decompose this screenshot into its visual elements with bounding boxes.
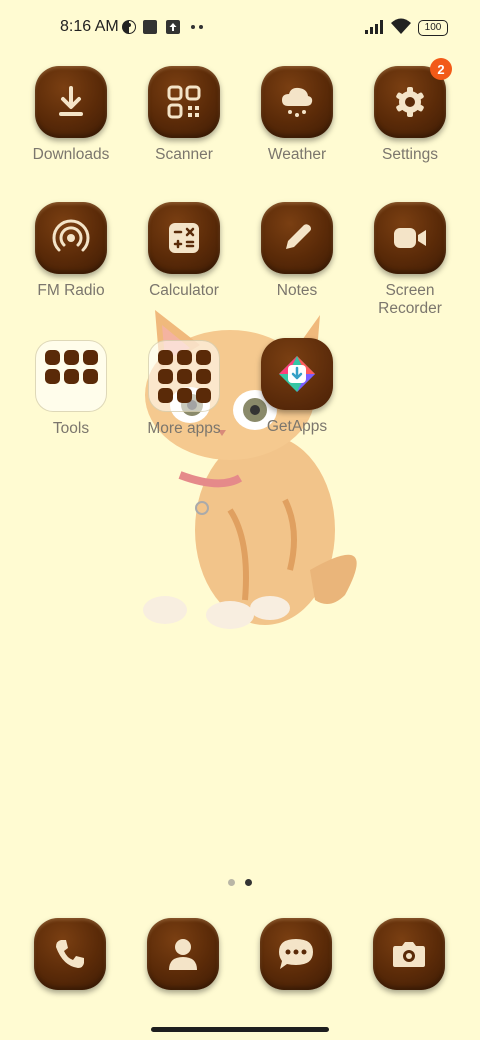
- app-downloads[interactable]: Downloads: [16, 66, 126, 164]
- page-indicator-1[interactable]: [228, 879, 235, 886]
- app-label: Calculator: [149, 282, 219, 299]
- app-label: Downloads: [32, 146, 110, 163]
- mini-app-icon: [177, 369, 192, 384]
- download-icon: [59, 86, 83, 116]
- theme-icon: [122, 20, 136, 34]
- folder-tools[interactable]: Tools: [16, 340, 126, 438]
- mini-app-icon: [196, 388, 211, 403]
- app-fm-radio[interactable]: FM Radio: [16, 202, 126, 300]
- app-weather[interactable]: Weather: [242, 66, 352, 164]
- app-label: Notes: [276, 282, 318, 299]
- getapps-logo-icon: [279, 356, 315, 392]
- downloads-tile: [35, 66, 107, 138]
- mini-app-icon: [45, 350, 60, 365]
- app-label: Scanner: [155, 146, 213, 163]
- status-time: 8:16 AM: [60, 18, 119, 35]
- mini-app-icon: [177, 388, 192, 403]
- mini-app-icon: [177, 350, 192, 365]
- app-settings[interactable]: 2 Settings: [355, 58, 465, 164]
- more-apps-folder: [148, 340, 220, 412]
- phone-icon: [56, 940, 84, 968]
- weather-tile: [261, 66, 333, 138]
- app-notes[interactable]: Notes: [242, 202, 352, 300]
- dock-messages[interactable]: [260, 918, 332, 990]
- app-label: Tools: [52, 420, 90, 437]
- app-label: Weather: [267, 146, 327, 163]
- app-label: FM Radio: [37, 282, 105, 299]
- camera-tile: [373, 918, 445, 990]
- app-label: GetApps: [266, 418, 328, 435]
- messages-icon: [279, 939, 313, 969]
- mini-app-icon: [45, 369, 60, 384]
- mini-app-icon: [64, 350, 79, 365]
- radio-waves-icon: [52, 219, 90, 252]
- camera-icon: [393, 942, 425, 967]
- qr-code-icon: [167, 85, 201, 119]
- gear-icon: [396, 87, 424, 117]
- pencil-icon: [286, 224, 311, 249]
- wifi-icon: [391, 18, 411, 34]
- fm-radio-tile: [35, 202, 107, 274]
- calculator-tile: [148, 202, 220, 274]
- messages-tile: [260, 918, 332, 990]
- screen-recorder-tile: [374, 202, 446, 274]
- phone-tile: [34, 918, 106, 990]
- getapps-tile: [261, 338, 333, 410]
- dock-camera[interactable]: [373, 918, 445, 990]
- app-label: Settings: [381, 146, 438, 163]
- app-screen-recorder[interactable]: Screen Recorder: [355, 202, 465, 318]
- app-label: Screen Recorder: [378, 282, 442, 317]
- status-bar: 8:16 AM 100: [0, 0, 480, 56]
- app-label: More apps: [147, 420, 221, 437]
- dock-contacts[interactable]: [147, 918, 219, 990]
- mini-app-icon: [158, 350, 173, 365]
- cloud-rain-icon: [282, 87, 313, 117]
- contacts-tile: [147, 918, 219, 990]
- upload-icon: [166, 20, 180, 34]
- video-camera-icon: [394, 228, 426, 248]
- page-indicator-2[interactable]: [245, 879, 252, 886]
- contacts-icon: [169, 939, 197, 970]
- mini-app-icon: [158, 388, 173, 403]
- mini-app-icon: [158, 369, 173, 384]
- notification-badge: 2: [430, 58, 452, 80]
- app-getapps[interactable]: GetApps: [242, 338, 352, 436]
- app-scanner[interactable]: Scanner: [129, 66, 239, 164]
- folder-more-apps[interactable]: More apps: [129, 340, 239, 438]
- settings-tile: 2: [374, 58, 452, 138]
- battery-icon: 100: [418, 20, 448, 36]
- more-dots-icon: [191, 25, 203, 29]
- mini-app-icon: [196, 350, 211, 365]
- mini-app-icon: [196, 369, 211, 384]
- mini-app-icon: [83, 350, 98, 365]
- dock-phone[interactable]: [34, 918, 106, 990]
- notes-tile: [261, 202, 333, 274]
- scanner-tile: [148, 66, 220, 138]
- app-calculator[interactable]: Calculator: [129, 202, 239, 300]
- calculator-icon: [169, 223, 199, 253]
- signal-icon: [365, 20, 383, 34]
- mini-app-icon: [83, 369, 98, 384]
- tools-folder: [35, 340, 107, 412]
- home-indicator[interactable]: [151, 1027, 329, 1032]
- battery-level: 100: [424, 22, 442, 33]
- mini-app-icon: [64, 369, 79, 384]
- square-notification-icon: [143, 20, 157, 34]
